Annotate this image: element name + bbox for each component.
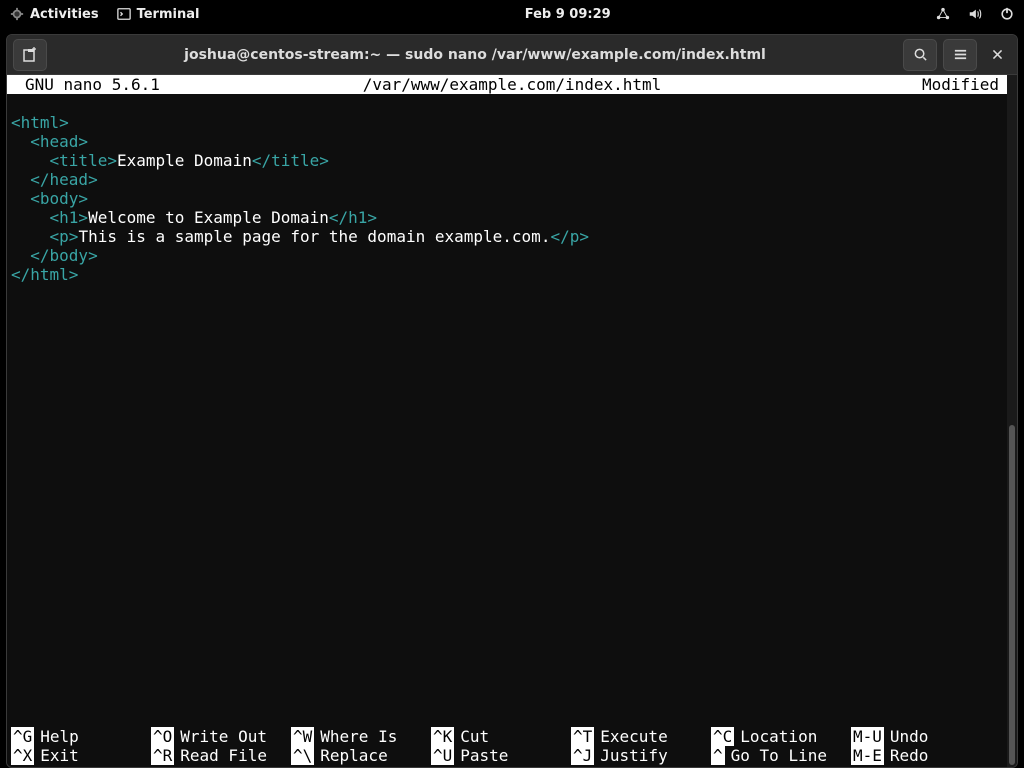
new-tab-icon [22, 47, 38, 63]
shortcut-gotoline: ^ Go To Line [711, 746, 851, 765]
app-menu-label: Terminal [137, 7, 200, 22]
shortcut-replace: ^\Replace [291, 746, 431, 765]
search-button[interactable] [903, 39, 937, 71]
code-tag: <title> [11, 151, 117, 170]
window-title: joshua@centos-stream:~ — sudo nano /var/… [47, 47, 903, 63]
code-text: This is a sample page for the domain exa… [78, 227, 550, 246]
close-button[interactable] [983, 41, 1011, 69]
new-tab-button[interactable] [13, 39, 47, 71]
power-icon[interactable] [1000, 7, 1014, 21]
scrollbar[interactable] [1007, 75, 1017, 767]
shortcut-undo: M-UUndo [851, 727, 961, 746]
code-text: Welcome to Example Domain [88, 208, 329, 227]
shortcut-writeout: ^OWrite Out [151, 727, 291, 746]
shortcut-redo: M-ERedo [851, 746, 961, 765]
network-icon[interactable] [936, 7, 950, 21]
code-text: Example Domain [117, 151, 252, 170]
code-tag: <h1> [11, 208, 88, 227]
nano-header-bar: GNU nano 5.6.1 /var/www/example.com/inde… [7, 75, 1017, 94]
app-menu[interactable]: Terminal [117, 7, 200, 22]
activities-button[interactable]: Activities [10, 7, 99, 22]
code-tag: </title> [252, 151, 329, 170]
terminal-viewport[interactable]: GNU nano 5.6.1 /var/www/example.com/inde… [7, 75, 1017, 767]
shortcut-execute: ^TExecute [571, 727, 711, 746]
code-tag: </body> [11, 246, 98, 265]
code-tag: </h1> [329, 208, 377, 227]
shortcut-help: ^GHelp [11, 727, 151, 746]
titlebar: joshua@centos-stream:~ — sudo nano /var/… [7, 35, 1017, 75]
code-tag: </html> [11, 265, 78, 284]
activities-icon [10, 7, 24, 21]
code-tag: <body> [11, 189, 88, 208]
shortcut-paste: ^UPaste [431, 746, 571, 765]
shortcut-cut: ^KCut [431, 727, 571, 746]
volume-icon[interactable] [968, 7, 982, 21]
close-icon [991, 48, 1004, 61]
terminal-window: joshua@centos-stream:~ — sudo nano /var/… [6, 34, 1018, 768]
clock[interactable]: Feb 9 09:29 [525, 7, 611, 22]
nano-status-label: Modified [922, 75, 999, 94]
shortcut-justify: ^JJustify [571, 746, 711, 765]
terminal-icon [117, 7, 131, 21]
code-tag: </p> [550, 227, 589, 246]
code-tag: <p> [11, 227, 78, 246]
code-tag: <head> [11, 132, 88, 151]
gnome-top-bar: Activities Terminal Feb 9 09:29 [0, 0, 1024, 28]
nano-editor-content[interactable]: <html> <head> <title>Example Domain</tit… [7, 94, 1017, 303]
shortcut-exit: ^XExit [11, 746, 151, 765]
clock-label: Feb 9 09:29 [525, 7, 611, 22]
nano-shortcut-bar: ^GHelp ^OWrite Out ^WWhere Is ^KCut ^TEx… [7, 727, 1017, 767]
hamburger-menu-button[interactable] [943, 39, 977, 71]
hamburger-icon [953, 47, 968, 62]
nano-file-label: /var/www/example.com/index.html [7, 75, 1017, 94]
code-tag: </head> [11, 170, 98, 189]
shortcut-readfile: ^RRead File [151, 746, 291, 765]
activities-label: Activities [30, 7, 99, 22]
shortcut-whereis: ^WWhere Is [291, 727, 431, 746]
code-tag: <html> [11, 113, 69, 132]
shortcut-location: ^CLocation [711, 727, 851, 746]
search-icon [913, 47, 928, 62]
